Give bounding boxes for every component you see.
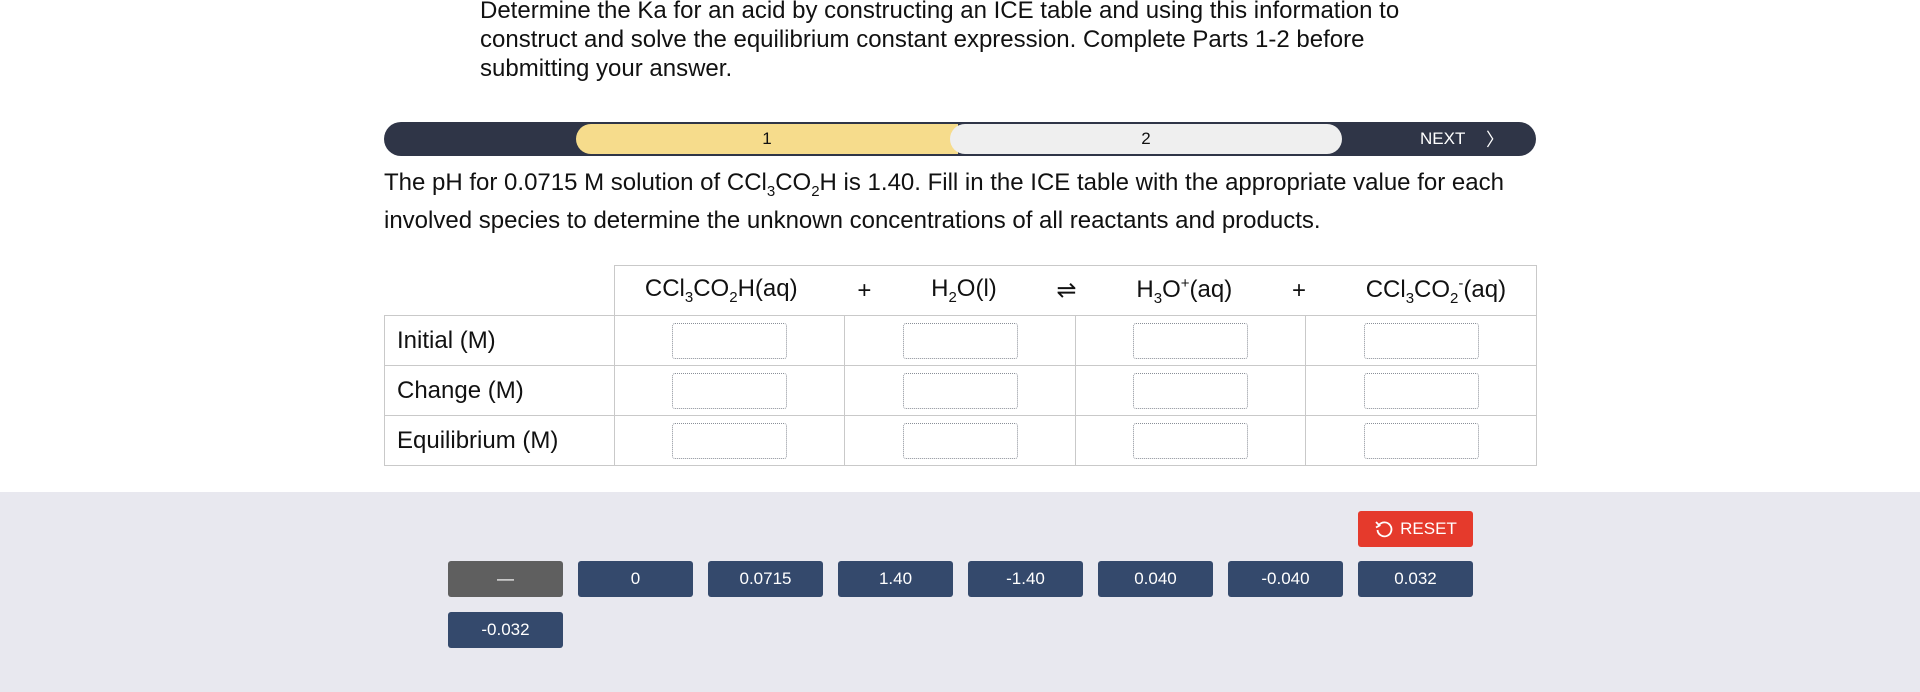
drop-box-change-hydronium[interactable] xyxy=(1133,372,1248,409)
ice-table: CCl3CO2H(aq) + H2O(l) ⇌ H3O+(aq) + CCl3C… xyxy=(384,265,1538,466)
drop-box-initial-acid[interactable] xyxy=(672,322,787,359)
plus-sign: + xyxy=(1291,276,1306,304)
equilibrium-arrow-icon: ⇌ xyxy=(1056,277,1077,304)
chevron-right-icon: 〉 xyxy=(1486,130,1504,150)
ice-row-equilibrium: Equilibrium (M) xyxy=(384,415,1538,466)
step-2-tab[interactable]: 2 xyxy=(950,124,1342,154)
ice-row-change: Change (M) xyxy=(384,365,1538,416)
drop-box-equilibrium-base[interactable] xyxy=(1363,422,1479,459)
answer-tile[interactable]: -1.40 xyxy=(968,561,1083,597)
answer-tile[interactable]: 0.040 xyxy=(1098,561,1213,597)
drop-box-equilibrium-water[interactable] xyxy=(902,422,1018,459)
next-button[interactable]: NEXT 〉 xyxy=(1384,122,1524,156)
intro-text: Determine the Ka for an acid by construc… xyxy=(480,0,1400,82)
drop-box-initial-hydronium[interactable] xyxy=(1133,322,1248,359)
answer-tile-dash[interactable]: — xyxy=(448,561,563,597)
question-prompt: The pH for 0.0715 M solution of CCl3CO2H… xyxy=(384,169,1504,234)
species-acid: CCl3CO2H(aq) xyxy=(644,275,798,306)
answer-tile[interactable]: -0.032 xyxy=(448,612,563,648)
drop-box-initial-base[interactable] xyxy=(1363,322,1479,359)
drop-box-change-water[interactable] xyxy=(902,372,1018,409)
species-hydronium: H3O+(aq) xyxy=(1136,274,1233,307)
drop-box-change-acid[interactable] xyxy=(672,372,787,409)
part-stepper: 1 2 NEXT 〉 xyxy=(384,122,1536,156)
reset-label: RESET xyxy=(1400,519,1457,538)
answer-tile[interactable]: 0.032 xyxy=(1358,561,1473,597)
step-1-tab[interactable]: 1 xyxy=(576,124,958,154)
answer-tile[interactable]: 1.40 xyxy=(838,561,953,597)
row-label-change: Change (M) xyxy=(384,365,615,416)
ice-row-initial: Initial (M) xyxy=(384,315,1538,366)
species-conjugate-base: CCl3CO2-(aq) xyxy=(1365,274,1507,307)
reset-button[interactable]: RESET xyxy=(1358,511,1473,547)
drop-box-equilibrium-hydronium[interactable] xyxy=(1133,422,1248,459)
species-water: H2O(l) xyxy=(931,275,997,306)
next-label: NEXT xyxy=(1420,129,1466,148)
answer-tile[interactable]: 0.0715 xyxy=(708,561,823,597)
reaction-equation: CCl3CO2H(aq) + H2O(l) ⇌ H3O+(aq) + CCl3C… xyxy=(613,265,1538,316)
answer-tile[interactable]: 0 xyxy=(578,561,693,597)
ice-header-row: CCl3CO2H(aq) + H2O(l) ⇌ H3O+(aq) + CCl3C… xyxy=(384,265,1538,316)
drop-box-equilibrium-acid[interactable] xyxy=(672,422,787,459)
row-label-initial: Initial (M) xyxy=(384,315,615,366)
drop-box-initial-water[interactable] xyxy=(902,322,1018,359)
row-label-equilibrium: Equilibrium (M) xyxy=(384,415,615,466)
reset-icon xyxy=(1375,521,1393,538)
answer-tile[interactable]: -0.040 xyxy=(1228,561,1343,597)
plus-sign: + xyxy=(857,276,872,304)
drop-box-change-base[interactable] xyxy=(1363,372,1479,409)
answer-tray xyxy=(0,492,1920,692)
